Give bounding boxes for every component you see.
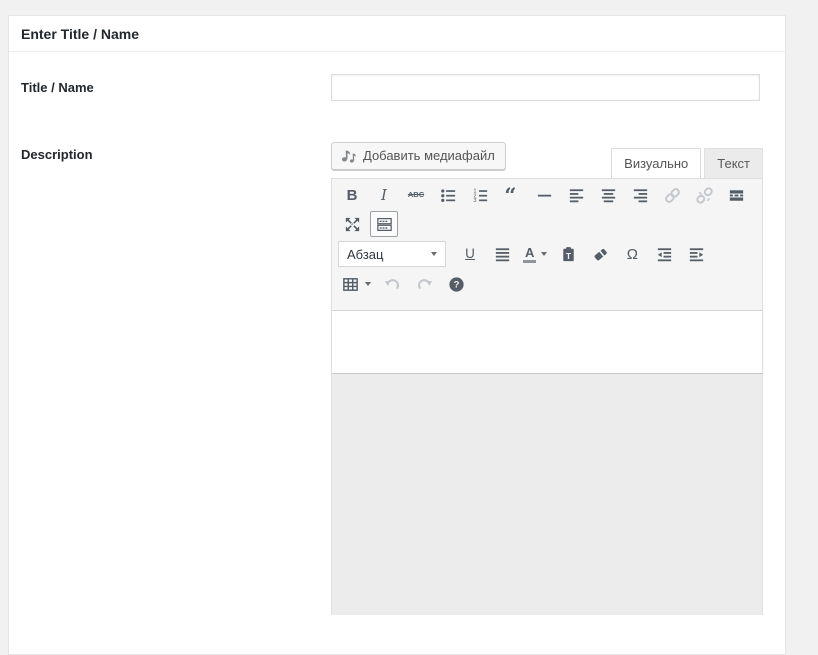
toolbar-toggle-icon — [375, 215, 394, 234]
insert-link-button[interactable] — [658, 182, 686, 208]
align-center-icon — [599, 186, 618, 205]
align-left-icon — [567, 186, 586, 205]
blockquote-button[interactable]: “ — [498, 182, 526, 208]
justify-button[interactable] — [488, 241, 516, 267]
format-select-value: Абзац — [347, 247, 383, 262]
paste-as-text-button[interactable]: T — [554, 241, 582, 267]
editor-content-area[interactable] — [331, 311, 763, 374]
align-left-button[interactable] — [562, 182, 590, 208]
indent-button[interactable] — [682, 241, 710, 267]
read-more-icon — [727, 186, 746, 205]
align-right-icon — [631, 186, 650, 205]
title-field-label: Title / Name — [21, 80, 94, 95]
svg-text:T: T — [566, 250, 572, 260]
title-input[interactable] — [331, 74, 760, 101]
text-color-icon: A — [523, 246, 536, 263]
read-more-button[interactable] — [722, 182, 750, 208]
wysiwyg-editor: Добавить медиафайл Визуально Текст B I ABC… — [331, 142, 763, 615]
paste-as-text-icon: T — [559, 245, 578, 264]
bold-button[interactable]: B — [338, 182, 366, 208]
indent-icon — [687, 245, 706, 264]
undo-icon — [383, 275, 402, 294]
justify-icon — [493, 245, 512, 264]
bold-icon: B — [347, 188, 358, 203]
clear-formatting-button[interactable] — [586, 241, 614, 267]
redo-button[interactable] — [410, 271, 438, 297]
description-field-label: Description — [21, 147, 93, 162]
svg-text:“: “ — [504, 186, 516, 205]
toolbar-row-3: Абзац U A T Ω — [336, 239, 758, 269]
caret-down-icon — [365, 282, 371, 286]
editor-mode-tabs: Визуально Текст — [611, 148, 763, 178]
remove-link-icon — [695, 186, 714, 205]
blockquote-icon: “ — [503, 186, 522, 205]
media-notes-icon — [340, 147, 357, 164]
editor-toolbar: B I ABC 123 “ Абзац U A T Ω? — [331, 178, 763, 311]
editor-top-bar: Добавить медиафайл Визуально Текст — [331, 142, 763, 178]
help-button[interactable]: ? — [442, 271, 470, 297]
caret-down-icon — [541, 252, 547, 256]
toolbar-row-2 — [336, 209, 758, 239]
underline-button[interactable]: U — [456, 241, 484, 267]
add-media-button[interactable]: Добавить медиафайл — [331, 142, 506, 170]
numbered-list-button[interactable]: 123 — [466, 182, 494, 208]
special-character-button[interactable]: Ω — [618, 241, 646, 267]
italic-button[interactable]: I — [370, 182, 398, 208]
toolbar-row-4: ? — [336, 269, 758, 299]
undo-button[interactable] — [378, 271, 406, 297]
add-media-button-label: Добавить медиафайл — [363, 148, 495, 163]
align-center-button[interactable] — [594, 182, 622, 208]
metabox-title: Enter Title / Name — [21, 26, 139, 42]
table-button[interactable] — [338, 271, 374, 297]
metabox-header: Enter Title / Name — [9, 16, 785, 52]
bulleted-list-button[interactable] — [434, 182, 462, 208]
italic-icon: I — [381, 188, 387, 203]
tab-visual[interactable]: Визуально — [611, 148, 701, 178]
fullscreen-button[interactable] — [338, 211, 366, 237]
editor-body-placeholder — [331, 374, 763, 615]
toolbar-row-1: B I ABC 123 “ — [336, 181, 758, 209]
horizontal-rule-button[interactable] — [530, 182, 558, 208]
help-icon: ? — [447, 275, 466, 294]
clear-formatting-icon — [591, 245, 610, 264]
numbered-list-icon: 123 — [471, 186, 490, 205]
metabox-body: Title / Name Description — [9, 52, 785, 654]
outdent-button[interactable] — [650, 241, 678, 267]
strikethrough-icon: ABC — [408, 191, 424, 199]
redo-icon — [415, 275, 434, 294]
horizontal-rule-icon — [535, 186, 554, 205]
text-color-button[interactable]: A — [520, 241, 550, 267]
special-character-icon: Ω — [627, 247, 638, 262]
metabox: Enter Title / Name Title / Name Descript… — [8, 15, 786, 655]
svg-text:3: 3 — [473, 197, 476, 203]
underline-icon: U — [465, 247, 475, 261]
caret-down-icon — [431, 252, 437, 256]
fullscreen-icon — [343, 215, 362, 234]
strikethrough-button[interactable]: ABC — [402, 182, 430, 208]
remove-link-button[interactable] — [690, 182, 718, 208]
outdent-icon — [655, 245, 674, 264]
toolbar-toggle-button[interactable] — [370, 211, 398, 237]
svg-text:?: ? — [453, 279, 459, 290]
insert-link-icon — [663, 186, 682, 205]
bulleted-list-icon — [439, 186, 458, 205]
align-right-button[interactable] — [626, 182, 654, 208]
format-select[interactable]: Абзац — [338, 241, 446, 267]
tab-text[interactable]: Текст — [704, 148, 763, 178]
table-icon — [341, 275, 360, 294]
